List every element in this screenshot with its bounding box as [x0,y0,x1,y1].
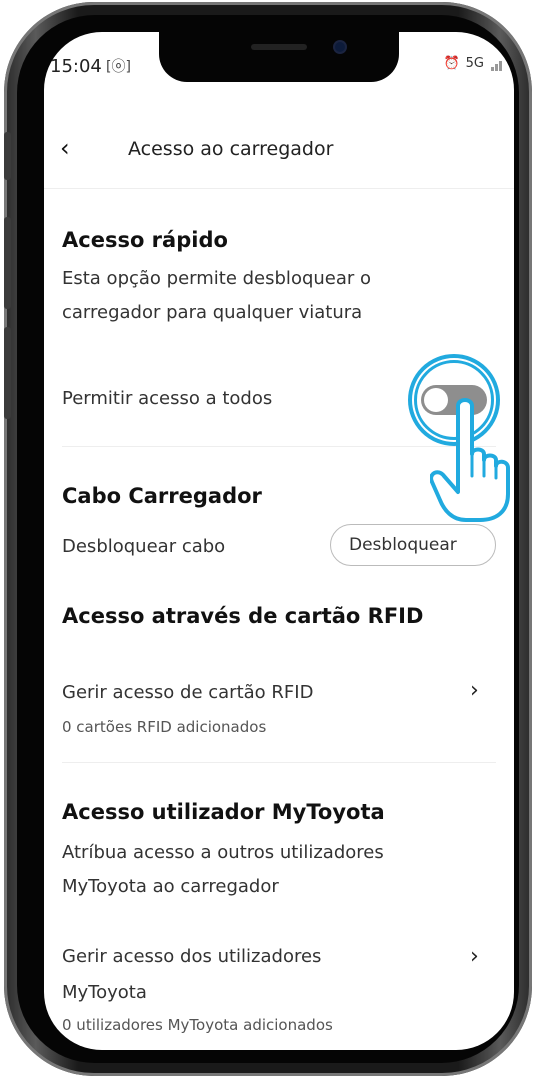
front-camera [335,42,345,52]
mytoyota-title: Acesso utilizador MyToyota [62,800,385,824]
status-time: 15:04 [50,56,102,77]
volume-down-button [4,327,11,419]
speaker [251,44,307,50]
network-label: 5G [465,56,484,71]
hand-pointer-icon [430,398,510,522]
app-screen: 15:04 [ⓞ] ⏰ 5G ‹ Acesso ao carregador Ac… [44,32,514,1050]
mytoyota-description-1: Atríbua acesso a outros utilizadores [62,842,384,863]
page-title: Acesso ao carregador [128,138,334,160]
mytoyota-count: 0 utilizadores MyToyota adicionados [62,1016,333,1034]
volume-up-button [4,217,11,309]
manage-mytoyota-label-2: MyToyota [62,982,147,1003]
alarm-icon: ⏰ [443,56,460,71]
unlock-cable-button[interactable]: Desbloquear [330,524,496,566]
rfid-count: 0 cartões RFID adicionados [62,718,267,736]
quick-access-description-2: carregador para qualquer viatura [62,302,363,323]
allow-all-label: Permitir acesso a todos [62,388,273,409]
chevron-right-icon[interactable]: › [470,678,479,703]
chevron-left-icon[interactable]: ‹ [60,134,70,162]
divider [62,762,496,763]
notch [159,32,399,82]
screenshot-icon: [ⓞ] [106,59,131,75]
manage-rfid-label[interactable]: Gerir acesso de cartão RFID [62,676,313,710]
quick-access-description-1: Esta opção permite desbloquear o [62,268,372,289]
mute-switch [4,132,11,180]
rfid-title: Acesso através de cartão RFID [62,604,424,628]
manage-mytoyota-label-1[interactable]: Gerir acesso dos utilizadores [62,940,321,974]
unlock-cable-button-label: Desbloquear [349,535,457,555]
unlock-cable-label: Desbloquear cabo [62,536,226,557]
app-header: ‹ Acesso ao carregador [44,102,514,189]
mytoyota-description-2: MyToyota ao carregador [62,876,279,897]
cable-title: Cabo Carregador [62,484,262,508]
chevron-right-icon[interactable]: › [470,944,479,969]
quick-access-title: Acesso rápido [62,228,228,252]
signal-icon [490,56,502,71]
status-icons: ⏰ 5G [443,56,502,71]
